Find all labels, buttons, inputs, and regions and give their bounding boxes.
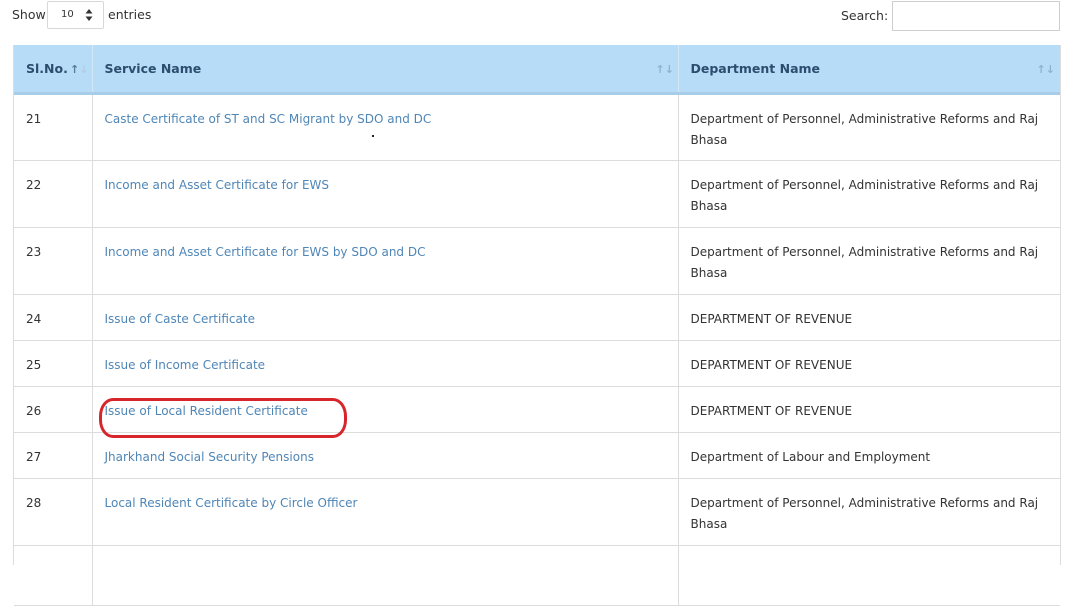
- table-row: 21 Caste Certificate of ST and SC Migran…: [14, 93, 1060, 161]
- service-link[interactable]: Issue of Income Certificate: [105, 358, 266, 372]
- search-label: Search:: [841, 8, 889, 23]
- cursor-dot: [372, 135, 374, 137]
- department-cell: Department of Personnel, Administrative …: [678, 227, 1060, 295]
- service-name-cell: Issue of Local Resident Certificate: [92, 386, 679, 433]
- column-header-label: Sl.No.: [26, 60, 68, 76]
- department-cell: DEPARTMENT OF REVENUE: [678, 386, 1060, 433]
- service-name-cell: Income and Asset Certificate for EWS: [92, 160, 679, 228]
- table-row: 28 Local Resident Certificate by Circle …: [14, 478, 1060, 546]
- entries-label: entries: [108, 7, 152, 22]
- table-row: 24 Issue of Caste Certificate DEPARTMENT…: [14, 294, 1060, 341]
- column-header-service-name[interactable]: Service Name ↑↓: [92, 45, 679, 95]
- service-link[interactable]: Income and Asset Certificate for EWS: [105, 178, 330, 192]
- table-header-row: Sl.No. ↑↓ Service Name ↑↓ Department Nam…: [14, 45, 1060, 95]
- service-name-cell: Local Resident Certificate by Circle Off…: [92, 478, 679, 546]
- department-cell: [678, 545, 1060, 606]
- search-input[interactable]: [892, 1, 1060, 31]
- department-cell: DEPARTMENT OF REVENUE: [678, 340, 1060, 387]
- sl-no-cell: 21: [14, 93, 93, 161]
- column-header-label: Department Name: [690, 60, 821, 76]
- page-length-value: 10: [61, 9, 74, 20]
- service-name-cell: Jharkhand Social Security Pensions: [92, 432, 679, 479]
- service-link[interactable]: Caste Certificate of ST and SC Migrant b…: [105, 112, 432, 126]
- table-controls: Show 10 entries Search:: [0, 0, 1065, 40]
- department-cell: Department of Personnel, Administrative …: [678, 478, 1060, 546]
- sl-no-cell: 23: [14, 227, 93, 295]
- department-cell: DEPARTMENT OF REVENUE: [678, 294, 1060, 341]
- column-header-department-name[interactable]: Department Name ↑↓: [678, 45, 1060, 95]
- service-name-cell: Issue of Caste Certificate: [92, 294, 679, 341]
- service-name-cell: Income and Asset Certificate for EWS by …: [92, 227, 679, 295]
- sort-both-icon: ↑↓: [1036, 63, 1055, 76]
- table-row: 22 Income and Asset Certificate for EWS …: [14, 160, 1060, 228]
- table-row: 23 Income and Asset Certificate for EWS …: [14, 227, 1060, 295]
- table-row: 27 Jharkhand Social Security Pensions De…: [14, 432, 1060, 479]
- sort-both-icon: ↑↓: [655, 63, 674, 76]
- sl-no-cell: 25: [14, 340, 93, 387]
- table-row: [14, 545, 1060, 606]
- table-row: 25 Issue of Income Certificate DEPARTMEN…: [14, 340, 1060, 387]
- service-name-cell: Issue of Income Certificate: [92, 340, 679, 387]
- department-cell: Department of Personnel, Administrative …: [678, 93, 1060, 161]
- department-cell: Department of Labour and Employment: [678, 432, 1060, 479]
- sl-no-cell: 28: [14, 478, 93, 546]
- table-row: 26 Issue of Local Resident Certificate D…: [14, 386, 1060, 433]
- service-name-cell: [92, 545, 679, 606]
- sl-no-cell: [14, 545, 93, 606]
- select-arrows-icon: [85, 9, 93, 21]
- service-name-cell: Caste Certificate of ST and SC Migrant b…: [92, 93, 679, 161]
- service-link[interactable]: Issue of Local Resident Certificate: [105, 404, 308, 418]
- service-link[interactable]: Issue of Caste Certificate: [105, 312, 255, 326]
- department-cell: Department of Personnel, Administrative …: [678, 160, 1060, 228]
- services-table: Sl.No. ↑↓ Service Name ↑↓ Department Nam…: [14, 45, 1060, 606]
- sort-ascending-icon: ↑↓: [70, 63, 89, 76]
- column-header-label: Service Name: [104, 60, 202, 76]
- service-link[interactable]: Local Resident Certificate by Circle Off…: [105, 496, 358, 510]
- sl-no-cell: 27: [14, 432, 93, 479]
- show-label: Show: [12, 7, 46, 22]
- column-header-sl-no[interactable]: Sl.No. ↑↓: [14, 45, 93, 95]
- sl-no-cell: 26: [14, 386, 93, 433]
- service-link[interactable]: Jharkhand Social Security Pensions: [105, 450, 314, 464]
- sl-no-cell: 22: [14, 160, 93, 228]
- sl-no-cell: 24: [14, 294, 93, 341]
- services-table-container: Sl.No. ↑↓ Service Name ↑↓ Department Nam…: [13, 45, 1061, 606]
- page-length-select[interactable]: 10: [47, 1, 104, 29]
- service-link[interactable]: Income and Asset Certificate for EWS by …: [105, 245, 426, 259]
